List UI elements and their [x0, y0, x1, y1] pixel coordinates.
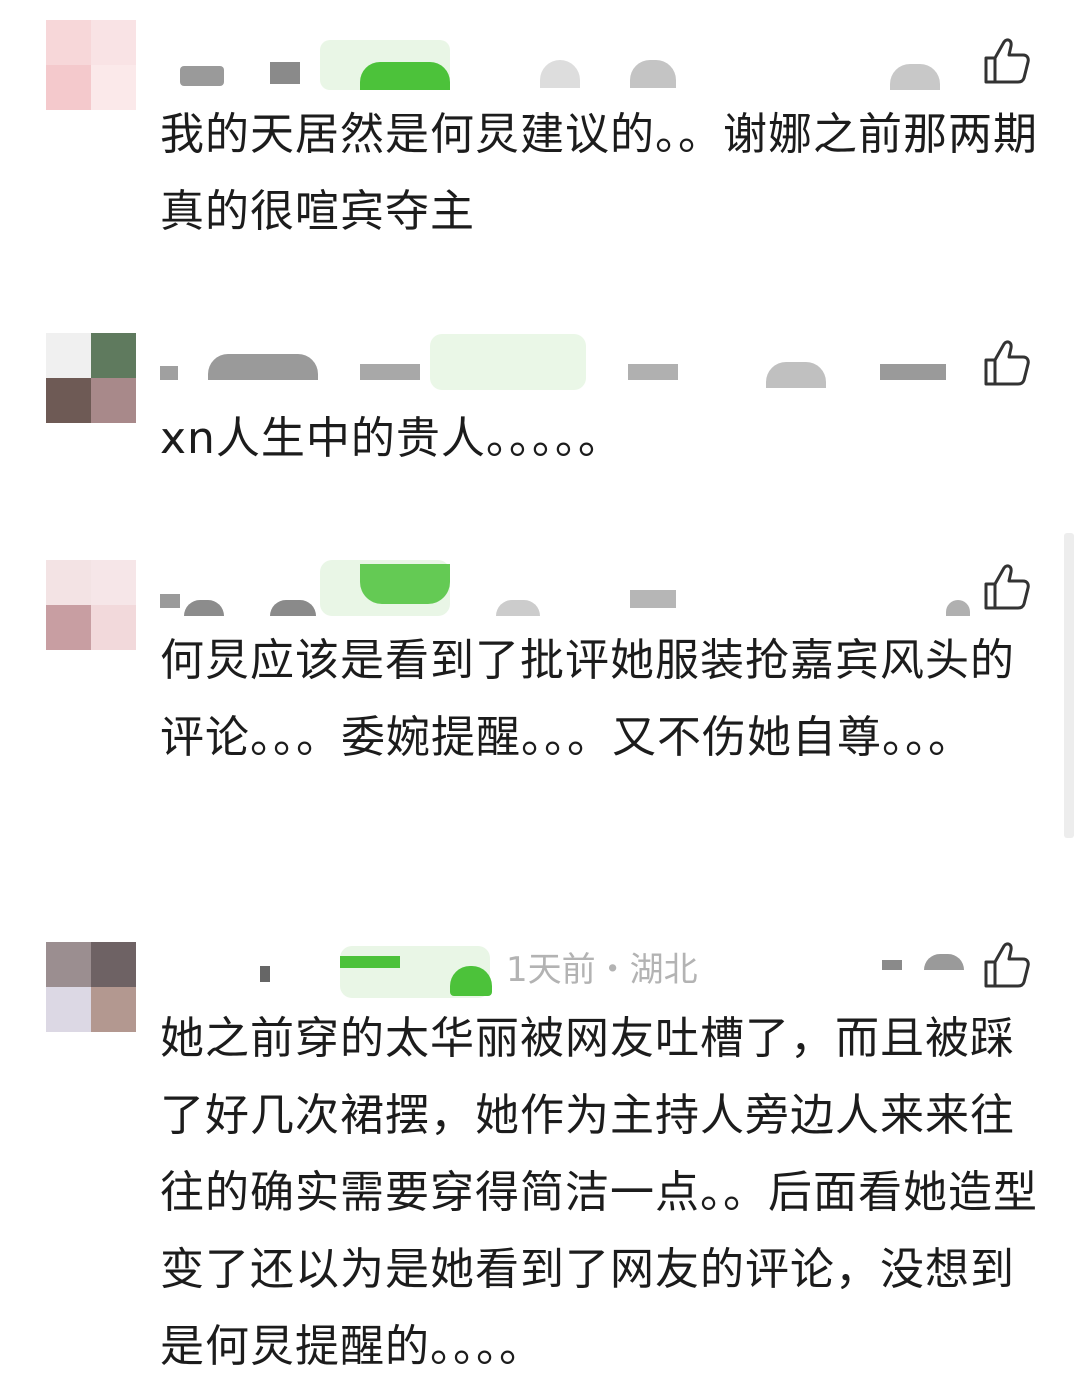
like-button[interactable] [982, 338, 1032, 388]
redaction-mark [946, 600, 970, 616]
scrollbar[interactable] [1064, 533, 1074, 838]
redaction-mark [880, 364, 946, 380]
comment-text: xn人生中的贵人。。。。。 [160, 413, 623, 464]
redaction-mark [360, 62, 450, 90]
redaction-mark [630, 60, 676, 88]
redaction-mark [628, 364, 678, 380]
comment-text: 我的天居然是何炅建议的。。谢娜之前那两期真的很喧宾夺主 [160, 109, 1038, 237]
redaction-mark [360, 564, 450, 604]
redaction-mark [890, 64, 940, 90]
like-button[interactable] [982, 940, 1032, 990]
redaction-mark [160, 594, 180, 608]
redaction-mark [882, 960, 902, 970]
thumbs-up-icon [984, 942, 1030, 988]
redaction-mark [270, 62, 300, 84]
thumbs-up-icon [984, 340, 1030, 386]
avatar[interactable] [46, 560, 136, 650]
avatar[interactable] [46, 942, 136, 1032]
redaction-mark [430, 334, 586, 390]
redaction-mark [540, 60, 580, 88]
avatar[interactable] [46, 333, 136, 423]
redaction-mark [340, 956, 400, 968]
redacted-extra [870, 942, 970, 998]
redaction-mark [450, 966, 492, 996]
redacted-username[interactable] [160, 334, 960, 390]
redaction-mark [208, 354, 318, 380]
redaction-mark [270, 600, 316, 616]
redacted-username[interactable] [160, 40, 960, 96]
like-button[interactable] [982, 36, 1032, 86]
redaction-mark [260, 966, 270, 982]
like-button[interactable] [982, 562, 1032, 612]
redaction-mark [766, 362, 826, 388]
comment-text: 何炅应该是看到了批评她服装抢嘉宾风头的评论。。。委婉提醒。。。又不伤她自尊。。。 [160, 635, 1015, 763]
thumbs-up-icon [984, 564, 1030, 610]
avatar[interactable] [46, 20, 136, 110]
thumbs-up-icon [984, 38, 1030, 84]
redaction-mark [180, 66, 224, 86]
redaction-mark [924, 954, 964, 970]
redacted-username[interactable] [160, 560, 970, 616]
redaction-mark [160, 366, 178, 380]
comment-text: 她之前穿的太华丽被网友吐槽了，而且被踩了好几次裙摆，她作为主持人旁边人来来往往的… [160, 1013, 1038, 1372]
redaction-mark [630, 590, 676, 608]
redaction-mark [360, 364, 420, 380]
redaction-mark [184, 600, 224, 616]
redaction-mark [496, 600, 540, 616]
comment-meta: 1天前・湖北 [506, 950, 698, 990]
